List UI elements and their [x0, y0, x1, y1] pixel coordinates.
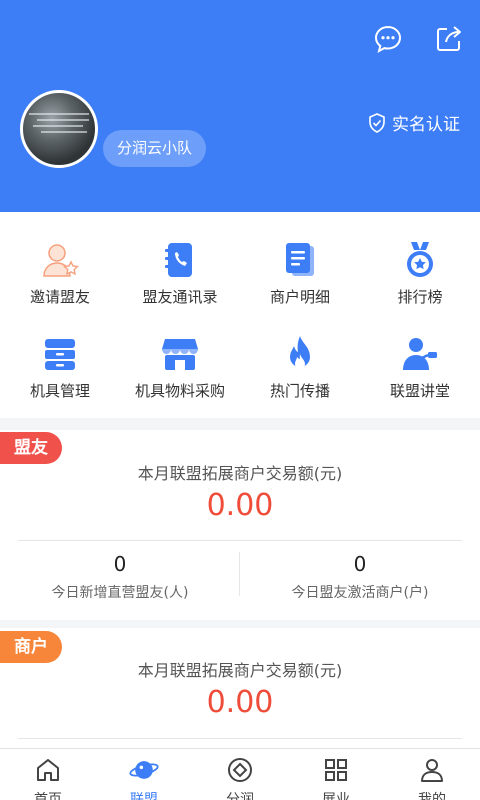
card-divider — [18, 738, 462, 739]
menu-label: 商户明细 — [269, 288, 330, 306]
document-icon — [280, 240, 320, 280]
menu-label: 热门传播 — [269, 382, 330, 400]
feature-menu: 邀请盟友 盟友通讯录 商户明细 排行榜 机具管理 机具物料采购 热门传播 联盟讲… — [0, 212, 480, 418]
flame-icon — [280, 334, 320, 374]
stat-new-direct-allies[interactable]: 0 今日新增直营盟友(人) — [0, 552, 240, 602]
stat-value: 0 — [113, 552, 127, 576]
menu-label: 联盟讲堂 — [389, 382, 450, 400]
planet-icon — [129, 755, 159, 785]
tab-mine[interactable]: 我的 — [384, 755, 480, 800]
share-icon[interactable] — [432, 22, 466, 56]
medal-icon — [400, 240, 440, 280]
user-icon — [417, 755, 447, 785]
menu-item-contacts[interactable]: 盟友通讯录 — [120, 240, 240, 307]
menu-item-ranking[interactable]: 排行榜 — [360, 240, 480, 307]
menu-item-device-management[interactable]: 机具管理 — [0, 334, 120, 401]
stat-value: 0 — [353, 552, 367, 576]
ally-card-title: 本月联盟拓展商户交易额(元) — [137, 464, 343, 483]
merchant-card-title: 本月联盟拓展商户交易额(元) — [137, 661, 343, 680]
menu-label: 排行榜 — [397, 288, 443, 306]
tab-alliance[interactable]: 联盟 — [96, 755, 192, 800]
stat-label: 今日盟友激活商户(户) — [291, 585, 429, 601]
invite-user-icon — [40, 240, 80, 280]
tab-label: 联盟 — [130, 792, 158, 800]
coin-icon — [225, 755, 255, 785]
menu-item-hot-share[interactable]: 热门传播 — [240, 334, 360, 401]
shield-check-icon — [369, 112, 385, 133]
ally-card-value: 0.00 — [206, 488, 274, 523]
store-icon — [160, 334, 200, 374]
menu-item-invite[interactable]: 邀请盟友 — [0, 240, 120, 307]
cabinet-icon — [40, 334, 80, 374]
merchant-card-value: 0.00 — [206, 685, 274, 720]
menu-label: 盟友通讯录 — [142, 288, 218, 306]
tab-label: 我的 — [418, 792, 446, 800]
tab-label: 分润 — [226, 792, 254, 800]
tab-business[interactable]: 展业 — [288, 755, 384, 800]
menu-item-device-purchase[interactable]: 机具物料采购 — [120, 334, 240, 401]
merchant-summary-card: 商户 本月联盟拓展商户交易额(元) 0.00 — [0, 628, 480, 752]
bottom-tab-bar: 首页 联盟 分润 展业 我的 — [0, 748, 480, 800]
avatar[interactable] — [20, 90, 98, 168]
stat-activated-merchants[interactable]: 0 今日盟友激活商户(户) — [240, 552, 480, 602]
menu-item-merchant-detail[interactable]: 商户明细 — [240, 240, 360, 307]
tab-profit[interactable]: 分润 — [192, 755, 288, 800]
card-divider — [18, 540, 462, 541]
tab-label: 首页 — [34, 792, 62, 800]
stat-label: 今日新增直营盟友(人) — [51, 585, 189, 601]
home-icon — [33, 755, 63, 785]
menu-item-alliance-lecture[interactable]: 联盟讲堂 — [360, 334, 480, 401]
grid-icon — [321, 755, 351, 785]
contacts-icon — [160, 240, 200, 280]
message-icon[interactable] — [371, 22, 405, 56]
menu-label: 机具管理 — [29, 382, 90, 400]
menu-label: 机具物料采购 — [134, 382, 225, 400]
lecturer-icon — [400, 334, 440, 374]
ally-summary-card: 盟友 本月联盟拓展商户交易额(元) 0.00 0 今日新增直营盟友(人) 0 今… — [0, 430, 480, 620]
tab-label: 展业 — [322, 792, 350, 800]
profile-header: 分润云小队 实名认证 — [0, 0, 480, 212]
team-name-pill[interactable]: 分润云小队 — [103, 130, 207, 167]
menu-label: 邀请盟友 — [29, 288, 90, 306]
verify-label: 实名认证 — [392, 115, 460, 135]
tab-home[interactable]: 首页 — [0, 755, 96, 800]
verify-button[interactable]: 实名认证 — [368, 110, 460, 135]
